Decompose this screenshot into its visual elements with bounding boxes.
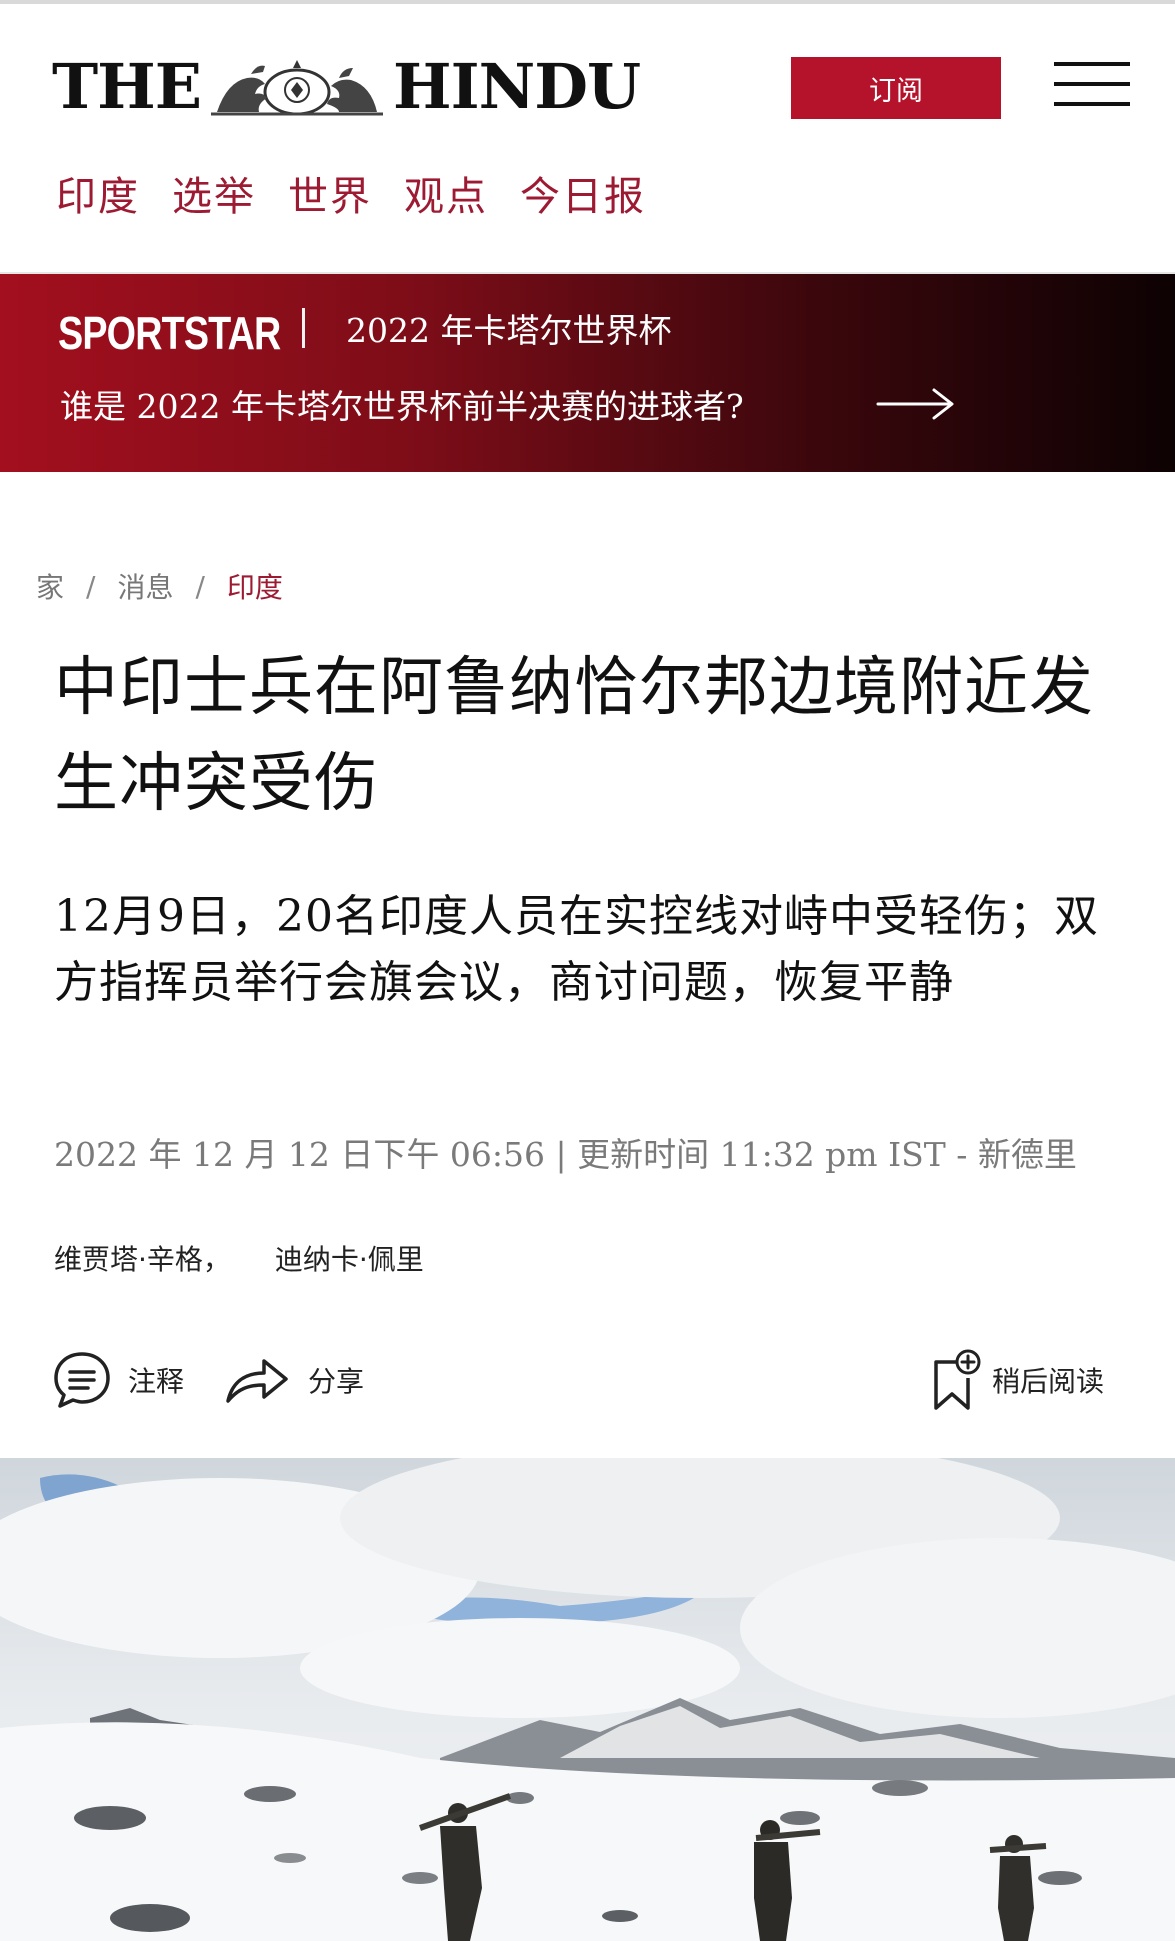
crest-emblem-icon: [210, 60, 383, 116]
main-nav: 印度 选举 世界 观点 今日报: [56, 164, 646, 222]
comment-icon: [54, 1352, 110, 1408]
article-hero-image[interactable]: [0, 1458, 1175, 1941]
nav-item-opinion[interactable]: 观点: [404, 164, 488, 222]
comment-button[interactable]: 注释: [52, 1348, 184, 1412]
sportstar-logo: SPORTSTAR: [58, 307, 281, 359]
subscribe-button[interactable]: 订阅: [791, 57, 1001, 119]
breadcrumb-india[interactable]: 印度: [227, 566, 283, 606]
share-label: 分享: [308, 1365, 365, 1398]
banner-headline-link[interactable]: 谁是 2022 年卡塔尔世界杯前半决赛的进球者?: [60, 380, 744, 428]
read-later-button[interactable]: 稍后阅读: [930, 1348, 1104, 1412]
breadcrumb-separator: /: [195, 569, 205, 603]
banner-topic: 2022 年卡塔尔世界杯: [346, 311, 672, 350]
arrow-right-icon[interactable]: [876, 384, 956, 424]
article-subtitle: 12月9日，20名印度人员在实控线对峙中受轻伤；双方指挥员举行会旗会议，商讨问题…: [54, 891, 1099, 1008]
breadcrumb-home[interactable]: 家: [36, 566, 64, 606]
article-dateline: 2022 年 12 月 12 日下午 06:56 | 更新时间 11:32 pm…: [54, 1135, 1077, 1174]
banner-divider: [302, 308, 305, 348]
read-later-label: 稍后阅读: [992, 1365, 1105, 1398]
breadcrumb-separator: /: [86, 569, 96, 603]
article-actions: 注释 分享 稍后阅读: [52, 1348, 1122, 1412]
logo-text-left: THE: [52, 50, 202, 123]
article-authors: 维贾塔·辛格， 迪纳卡·佩里: [54, 1238, 424, 1278]
nav-item-elections[interactable]: 选举: [172, 164, 256, 222]
comment-label: 注释: [128, 1365, 185, 1398]
hero-photo: [0, 1458, 1175, 1941]
share-icon: [226, 1359, 288, 1403]
breadcrumb: 家 / 消息 / 印度: [36, 566, 283, 606]
bookmark-add-icon: [934, 1349, 981, 1410]
nav-item-todays-paper[interactable]: 今日报: [520, 164, 646, 222]
share-button[interactable]: 分享: [224, 1348, 364, 1412]
nav-item-world[interactable]: 世界: [288, 164, 372, 222]
sportstar-banner[interactable]: SPORTSTAR 2022 年卡塔尔世界杯 谁是 2022 年卡塔尔世界杯前半…: [0, 274, 1175, 472]
site-header: THE HINDU 订阅 印度 选举 世界 观点 今日报: [0, 4, 1175, 274]
article-title: 中印士兵在阿鲁纳恰尔邦边境附近发生冲突受伤: [54, 651, 1094, 821]
author-link[interactable]: 维贾塔·辛格，: [54, 1238, 231, 1278]
author-link[interactable]: 迪纳卡·佩里: [275, 1238, 424, 1278]
site-logo[interactable]: THE HINDU: [52, 50, 641, 123]
breadcrumb-news[interactable]: 消息: [117, 566, 173, 606]
nav-item-india[interactable]: 印度: [56, 164, 140, 222]
logo-text-right: HINDU: [392, 50, 641, 123]
hamburger-menu-icon[interactable]: [1054, 58, 1130, 110]
